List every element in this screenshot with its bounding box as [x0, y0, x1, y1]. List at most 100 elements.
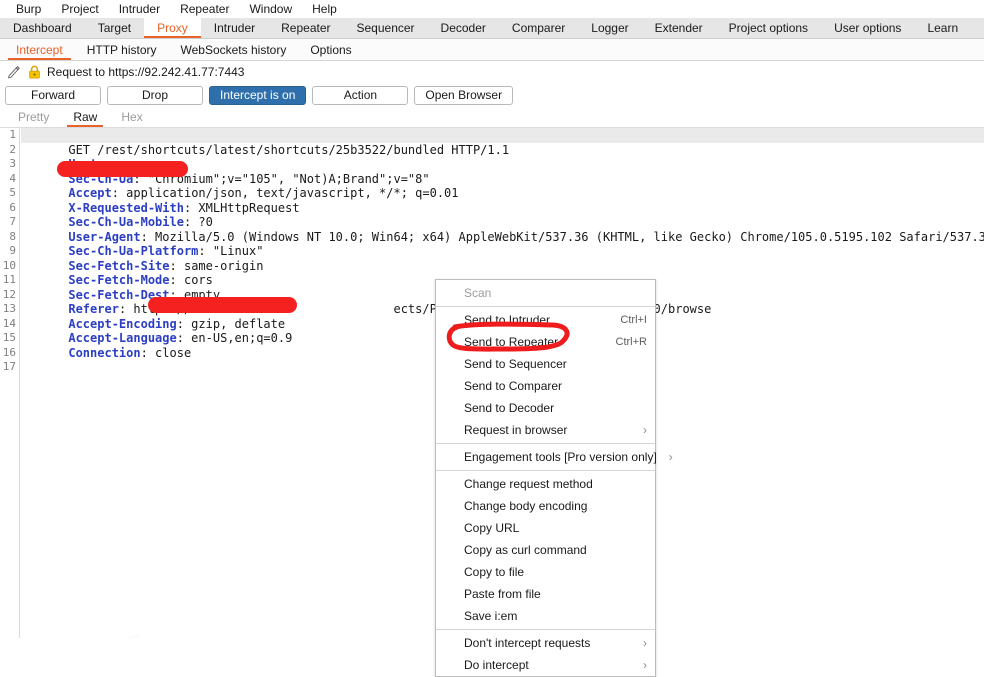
header-name: Accept-Encoding	[68, 316, 177, 331]
tab-sequencer[interactable]: Sequencer	[344, 18, 428, 38]
context-menu-item-copy-as-curl-command[interactable]: Copy as curl command	[436, 539, 655, 561]
context-menu-item-dont-intercept-requests[interactable]: Don't intercept requests ›	[436, 632, 655, 654]
line-number: 14	[2, 316, 16, 330]
chevron-right-icon: ›	[643, 423, 647, 437]
header-name: Sec-Ch-Ua	[68, 171, 134, 186]
context-menu-item-do-intercept[interactable]: Do intercept ›	[436, 654, 655, 676]
tab-logger[interactable]: Logger	[578, 18, 641, 38]
context-menu-item-scan: Scan	[436, 282, 655, 304]
tab-user-options[interactable]: User options	[821, 18, 914, 38]
tab-extender[interactable]: Extender	[642, 18, 716, 38]
header-value: : application/json, text/javascript, */*…	[111, 186, 459, 200]
line-number: 2	[9, 142, 16, 156]
context-menu[interactable]: Scan Send to Intruder Ctrl+I Send to Rep…	[435, 279, 673, 677]
tab-project-options[interactable]: Project options	[716, 18, 821, 38]
menu-repeater[interactable]: Repeater	[170, 0, 239, 18]
context-menu-separator	[436, 443, 655, 444]
context-menu-item-engagement-tools[interactable]: Engagement tools [Pro version only] ›	[436, 446, 673, 468]
subtab-intercept[interactable]: Intercept	[4, 39, 75, 60]
tab-comparer[interactable]: Comparer	[499, 18, 578, 38]
context-menu-item-send-to-repeater[interactable]: Send to Repeater Ctrl+R	[436, 331, 655, 353]
context-menu-item-shortcut: Ctrl+R	[615, 336, 647, 348]
context-menu-item-label: Don't intercept requests	[464, 636, 591, 650]
context-menu-item-label: Send to Sequencer	[464, 357, 567, 371]
subtab-options[interactable]: Options	[298, 39, 363, 60]
viewtab-pretty[interactable]: Pretty	[6, 107, 61, 127]
intercept-toggle-button[interactable]: Intercept is on	[209, 85, 307, 105]
request-target-text: Request to https://92.242.41.77:7443	[47, 65, 245, 79]
menu-intruder[interactable]: Intruder	[109, 0, 170, 18]
subtab-http-history[interactable]: HTTP history	[75, 39, 169, 60]
context-menu-item-paste-from-file[interactable]: Paste from file	[436, 583, 655, 605]
context-menu-item-label: Copy to file	[464, 565, 525, 579]
tab-proxy[interactable]: Proxy	[144, 18, 201, 38]
context-menu-item-change-body-encoding[interactable]: Change body encoding	[436, 495, 655, 517]
context-menu-item-label: Send to Decoder	[464, 401, 555, 415]
tab-repeater[interactable]: Repeater	[268, 18, 343, 38]
line-number: 8	[9, 229, 16, 243]
header-value: :	[97, 157, 112, 171]
tab-target[interactable]: Target	[85, 18, 144, 38]
menu-burp[interactable]: Burp	[6, 0, 51, 18]
viewtab-hex[interactable]: Hex	[109, 107, 154, 127]
context-menu-item-label: Change request method	[464, 477, 593, 491]
menu-project[interactable]: Project	[51, 0, 108, 18]
header-name: Host	[68, 157, 98, 171]
context-menu-item-label: Save i:em	[464, 609, 518, 623]
line-number: 6	[9, 200, 16, 214]
subtab-websockets-history[interactable]: WebSockets history	[169, 39, 299, 60]
line-number: 13	[2, 302, 16, 315]
line-number: 4	[9, 171, 16, 185]
context-menu-separator	[436, 629, 655, 630]
action-button[interactable]: Action	[312, 85, 409, 105]
context-menu-item-request-in-browser[interactable]: Request in browser ›	[436, 419, 655, 441]
context-menu-item-label: Change body encoding	[464, 499, 588, 513]
lock-icon	[28, 65, 41, 79]
chevron-right-icon: ›	[643, 658, 647, 672]
header-value: : same-origin	[169, 258, 264, 273]
context-menu-item-change-request-method[interactable]: Change request method	[436, 473, 655, 495]
application-menu-bar: Burp Project Intruder Repeater Window He…	[0, 0, 984, 18]
header-value: : close	[140, 345, 192, 360]
main-tab-strip: Dashboard Target Proxy Intruder Repeater…	[0, 18, 984, 39]
pencil-icon[interactable]	[6, 65, 22, 79]
drop-button[interactable]: Drop	[107, 85, 203, 105]
context-menu-item-send-to-intruder[interactable]: Send to Intruder Ctrl+I	[436, 309, 655, 331]
header-value: : ?0	[183, 215, 213, 229]
open-browser-button[interactable]: Open Browser	[414, 85, 514, 105]
viewtab-raw[interactable]: Raw	[61, 107, 109, 127]
header-value: : "Linux"	[198, 244, 264, 258]
context-menu-item-copy-to-file[interactable]: Copy to file	[436, 561, 655, 583]
header-name: Accept-Language	[68, 331, 177, 345]
line-number: 15	[2, 331, 16, 344]
request-line: Sec-Ch-Ua: "Chromium";v="105", "Not)A;Br…	[21, 157, 984, 186]
header-value: : en-US,en;q=0.9	[176, 331, 293, 345]
line-number: 12	[2, 287, 16, 301]
context-menu-item-label: Paste from file	[464, 587, 541, 601]
context-menu-separator	[436, 470, 655, 471]
menu-help[interactable]: Help	[302, 0, 347, 18]
line-number: 10	[2, 258, 16, 272]
tab-learn[interactable]: Learn	[914, 18, 971, 38]
header-name: Referer	[68, 302, 119, 316]
intercept-action-buttons: Forward Drop Intercept is on Action Open…	[0, 83, 984, 107]
context-menu-item-send-to-comparer[interactable]: Send to Comparer	[436, 375, 655, 397]
context-menu-item-save-item[interactable]: Save i:em	[436, 605, 655, 627]
context-menu-item-label: Send to Comparer	[464, 379, 563, 393]
context-menu-item-label: Copy as curl command	[464, 543, 587, 557]
context-menu-item-send-to-decoder[interactable]: Send to Decoder	[436, 397, 655, 419]
line-number: 7	[9, 215, 16, 228]
tab-dashboard[interactable]: Dashboard	[0, 18, 85, 38]
context-menu-item-copy-url[interactable]: Copy URL	[436, 517, 655, 539]
header-name: Sec-Fetch-Site	[68, 258, 170, 273]
context-menu-item-send-to-sequencer[interactable]: Send to Sequencer	[436, 353, 655, 375]
forward-button[interactable]: Forward	[5, 85, 101, 105]
tab-intruder[interactable]: Intruder	[201, 18, 268, 38]
context-menu-item-label: Send to Intruder	[464, 313, 551, 327]
context-menu-item-label: Request in browser	[464, 423, 568, 437]
context-menu-item-label: Send to Repeater	[464, 335, 559, 349]
menu-window[interactable]: Window	[239, 0, 302, 18]
context-menu-item-label: Copy URL	[464, 521, 520, 535]
header-value: : gzip, deflate	[176, 316, 286, 331]
tab-decoder[interactable]: Decoder	[428, 18, 499, 38]
